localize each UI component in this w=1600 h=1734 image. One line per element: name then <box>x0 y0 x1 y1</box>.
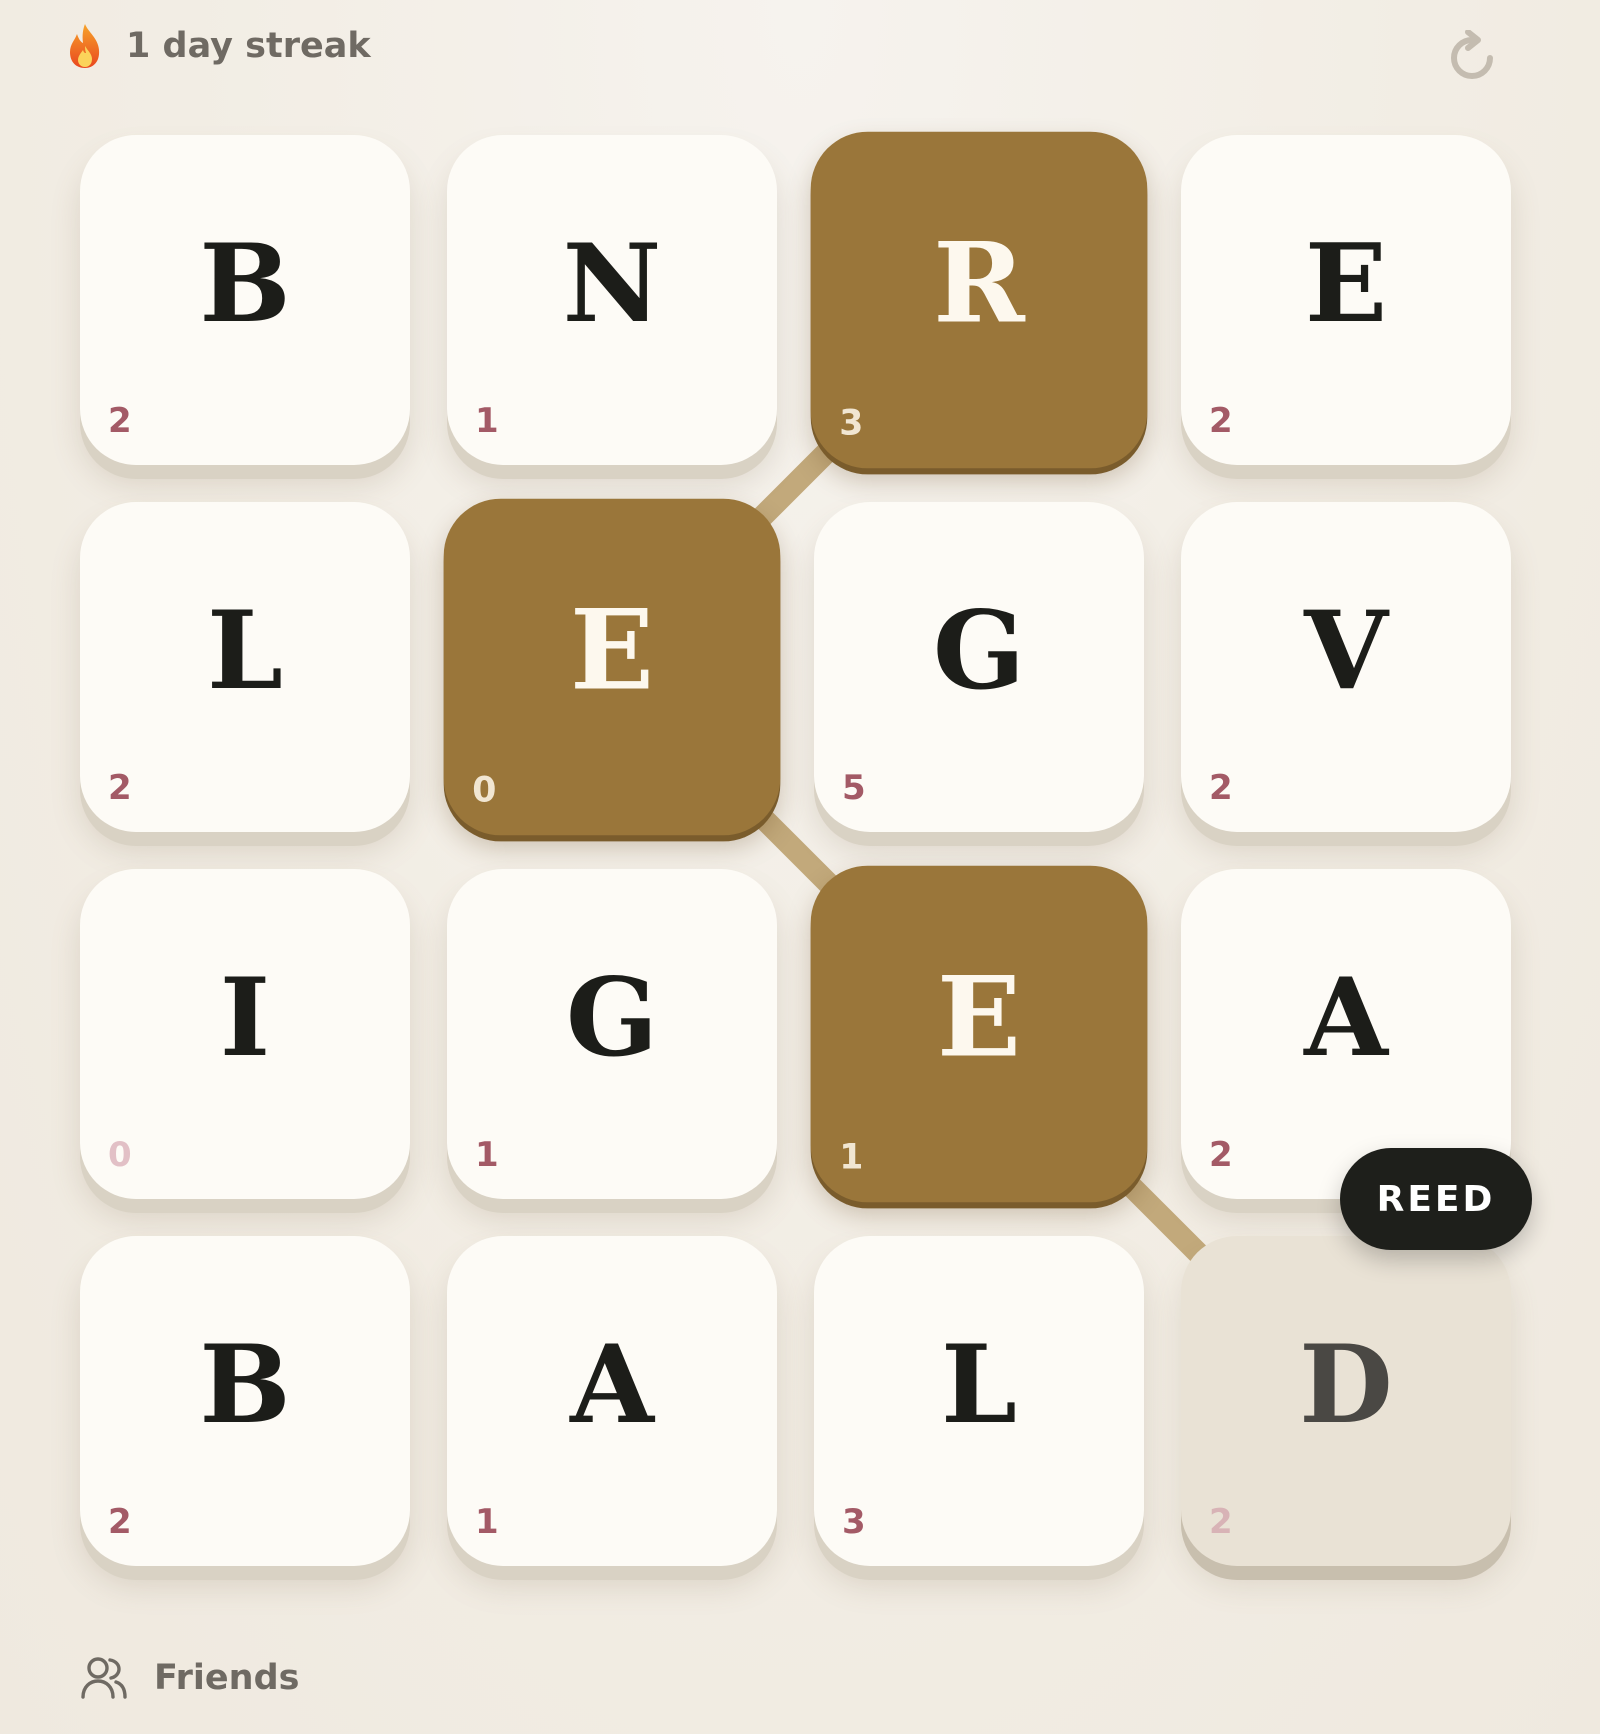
letter-tile[interactable]: E2 <box>1181 135 1511 465</box>
letter-tile[interactable]: I0 <box>80 869 410 1199</box>
tile-letter: B <box>199 1322 291 1448</box>
letter-tile[interactable]: E1 <box>810 865 1148 1203</box>
letter-tile[interactable]: B2 <box>80 1236 410 1566</box>
tile-letter: D <box>1299 1322 1393 1448</box>
letter-tile[interactable]: A1 <box>447 1236 777 1566</box>
tile-letter: A <box>570 1322 654 1448</box>
letter-tile[interactable]: D2 <box>1181 1236 1511 1566</box>
tile-letter: E <box>1304 221 1388 347</box>
tile-letter: E <box>570 586 654 715</box>
tile-count: 1 <box>839 1137 864 1178</box>
tile-count: 3 <box>839 403 864 444</box>
tile-count: 1 <box>475 1502 499 1542</box>
letter-tile[interactable]: L2 <box>80 502 410 832</box>
tile-letter: G <box>565 955 659 1081</box>
tile-count: 5 <box>842 768 866 808</box>
tile-letter: E <box>937 953 1021 1082</box>
tile-count: 1 <box>475 1135 499 1175</box>
tile-letter: L <box>941 1322 1017 1448</box>
letter-tile[interactable]: L3 <box>814 1236 1144 1566</box>
tile-letter: G <box>932 588 1026 714</box>
tile-count: 0 <box>108 1135 132 1175</box>
tile-count: 1 <box>475 401 499 441</box>
tile-count: 2 <box>108 768 132 808</box>
tile-count: 0 <box>472 770 497 811</box>
letter-grid: B2N1R3E2L2E0G5V2I0G1E1A2B2A1L3D2 <box>0 0 1600 1734</box>
letter-tile[interactable]: R3 <box>810 131 1148 469</box>
tile-count: 2 <box>1209 401 1233 441</box>
tile-letter: B <box>199 221 291 347</box>
tile-letter: R <box>933 219 1025 348</box>
letter-tile[interactable]: V2 <box>1181 502 1511 832</box>
tile-count: 2 <box>1209 1502 1233 1542</box>
tile-letter: A <box>1304 955 1388 1081</box>
tile-count: 3 <box>842 1502 866 1542</box>
friends-label: Friends <box>154 1658 300 1698</box>
letter-tile[interactable]: E0 <box>443 498 781 836</box>
tile-count: 2 <box>1209 1135 1233 1175</box>
letter-tile[interactable]: G1 <box>447 869 777 1199</box>
letter-tile[interactable]: B2 <box>80 135 410 465</box>
tile-letter: L <box>207 588 283 714</box>
tile-count: 2 <box>108 1502 132 1542</box>
tile-count: 2 <box>108 401 132 441</box>
current-word-badge: REED <box>1340 1148 1532 1250</box>
users-icon <box>81 1657 127 1699</box>
tile-count: 2 <box>1209 768 1233 808</box>
tile-letter: V <box>1304 588 1388 714</box>
letter-tile[interactable]: G5 <box>814 502 1144 832</box>
letter-tile[interactable]: N1 <box>447 135 777 465</box>
tile-letter: I <box>219 955 271 1081</box>
friends-link[interactable]: Friends <box>80 1656 299 1700</box>
tile-letter: N <box>562 221 662 347</box>
